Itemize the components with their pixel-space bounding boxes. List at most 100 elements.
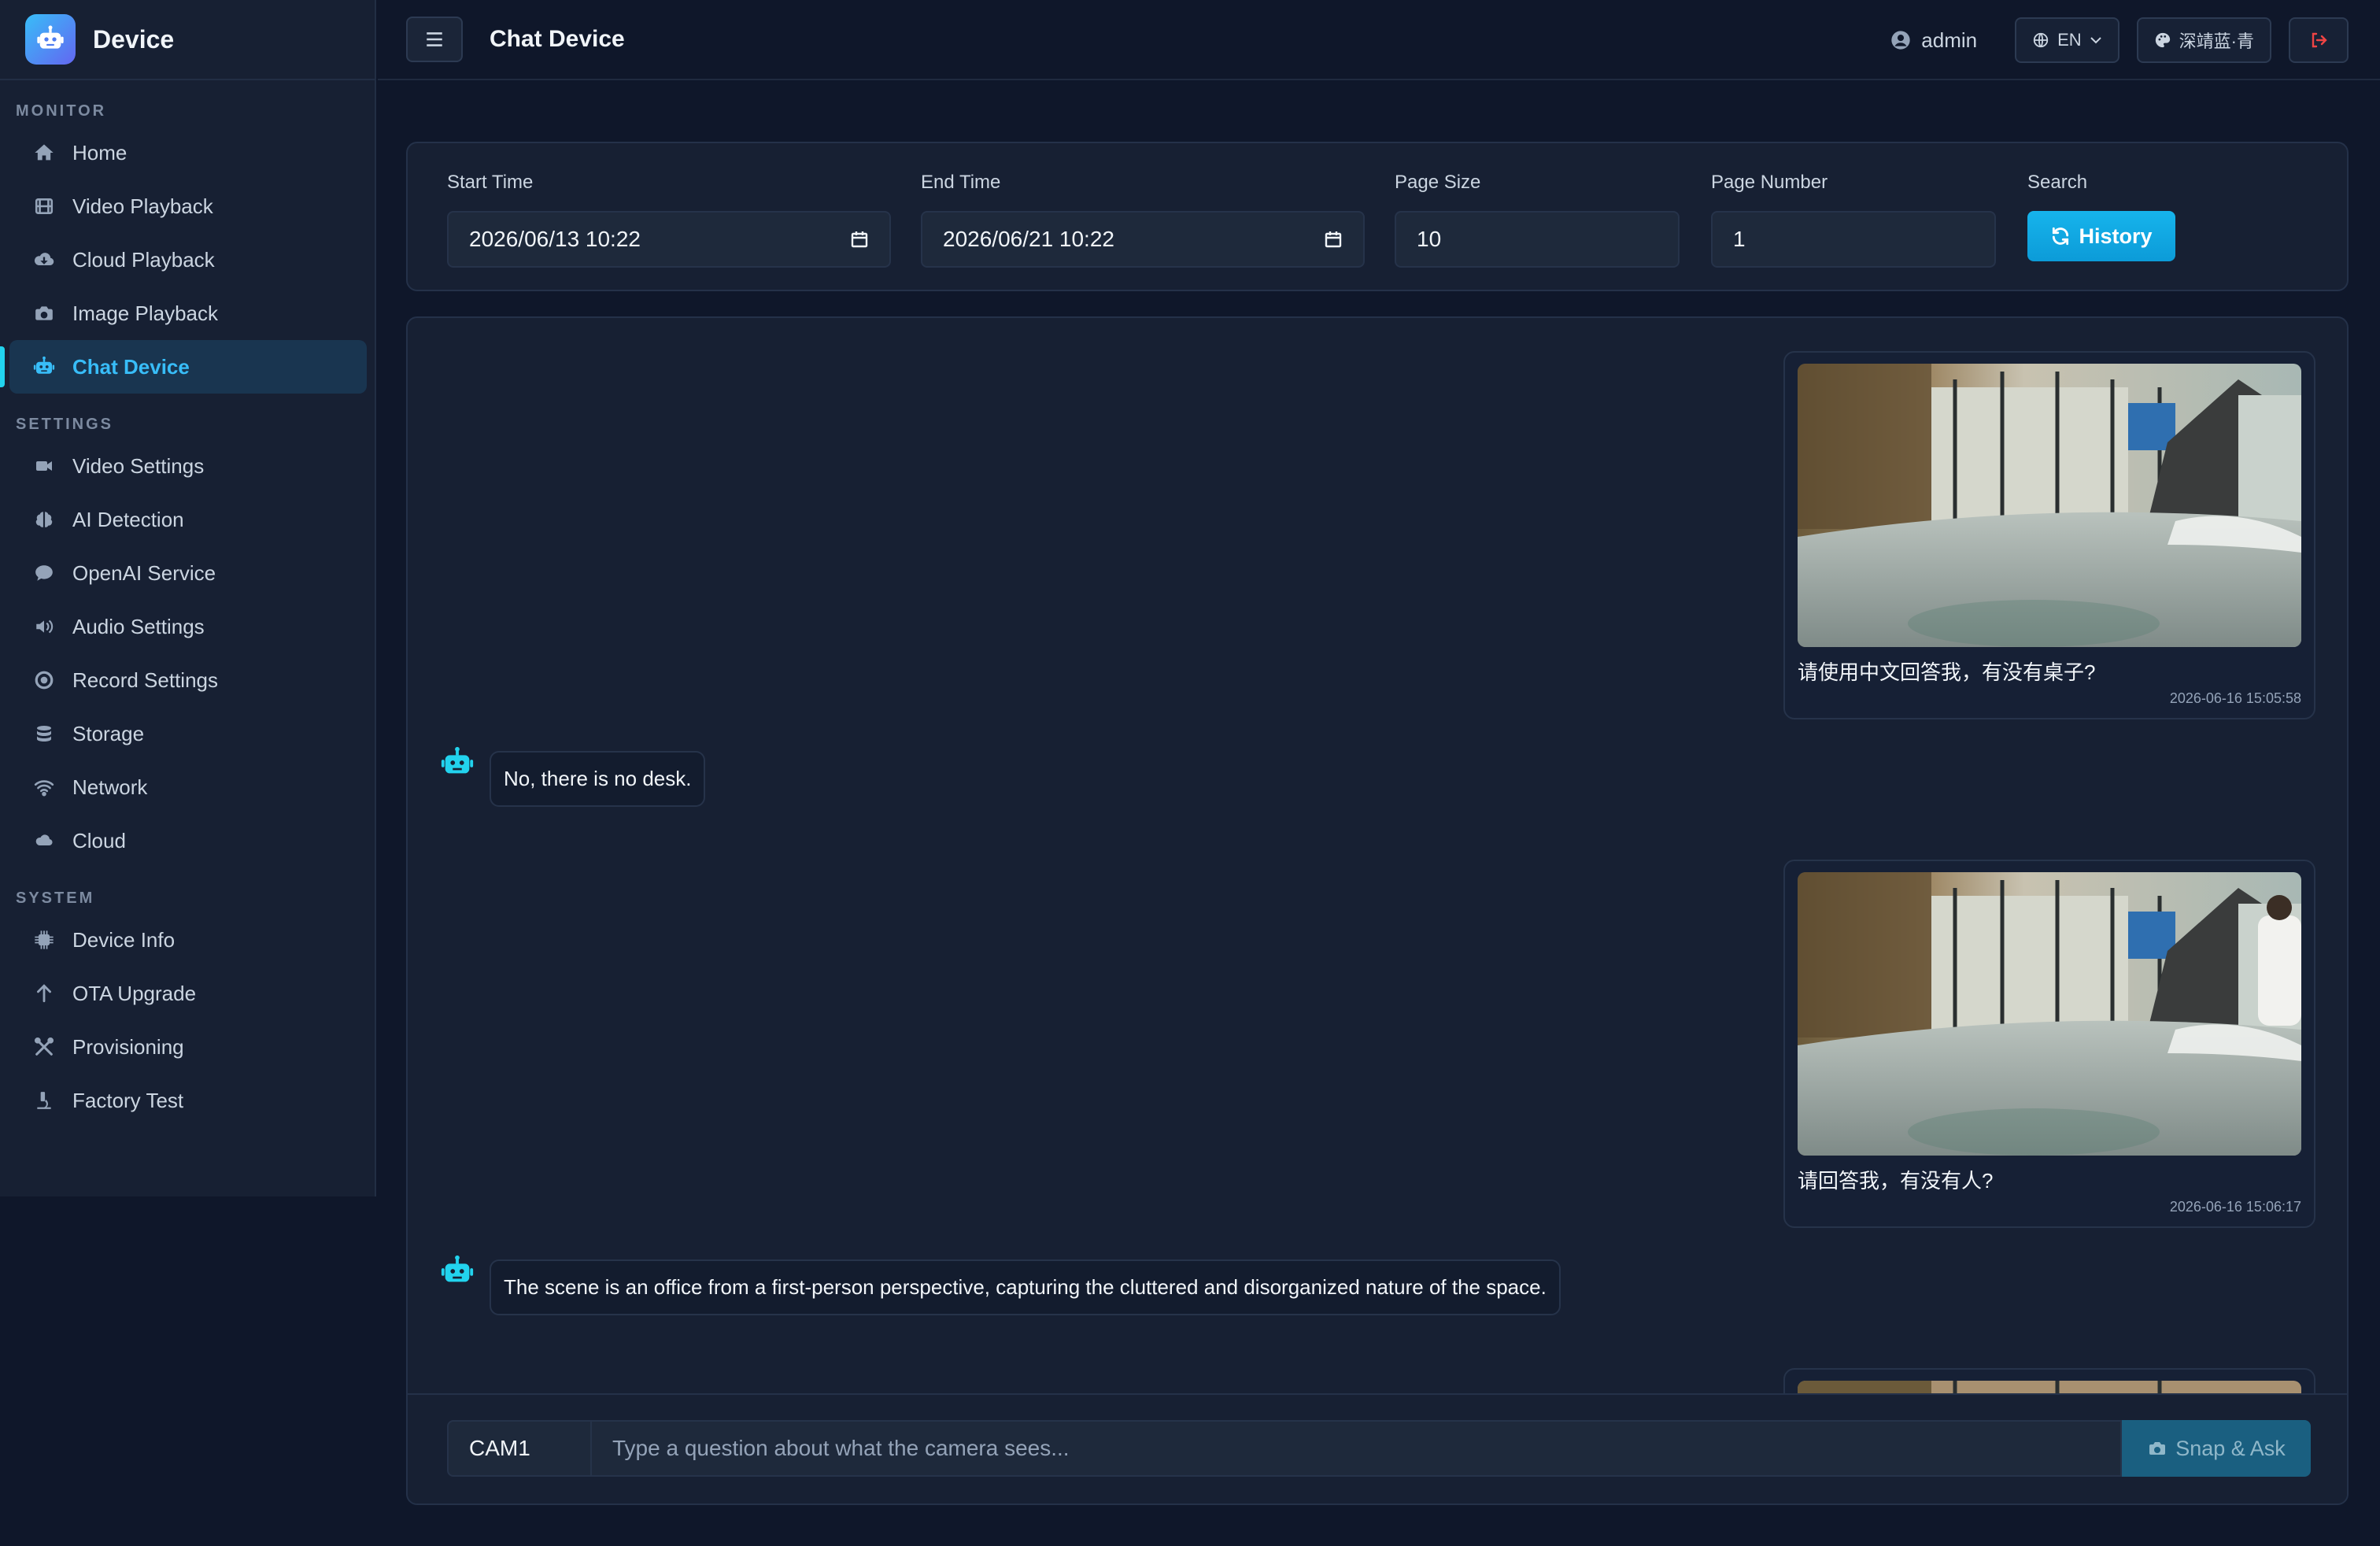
sidebar-item-label: Cloud Playback xyxy=(72,247,215,272)
sidebar-item-label: Device Info xyxy=(72,927,176,952)
page-title: Chat Device xyxy=(490,26,625,52)
sidebar-item-chat-device[interactable]: Chat Device xyxy=(0,340,367,394)
snap-and-ask-button[interactable]: Snap & Ask xyxy=(2122,1420,2311,1477)
sidebar-item-video-settings[interactable]: Video Settings xyxy=(9,439,367,493)
sidebar-item-network[interactable]: Network xyxy=(9,760,367,814)
sidebar-item-label: Home xyxy=(72,140,128,165)
question-input-placeholder: Type a question about what the camera se… xyxy=(612,1436,1070,1460)
history-button[interactable]: History xyxy=(2027,211,2175,261)
search-field: Search History xyxy=(2027,172,2175,261)
sidebar-item-label: OpenAI Service xyxy=(72,560,216,585)
bot-message: The scene is an office from a first-pers… xyxy=(439,1255,1561,1315)
camera-icon xyxy=(2149,1442,2166,1455)
sidebar: Device MONITOR Home Video Playback Cloud… xyxy=(0,0,376,1196)
sidebar-item-openai-service[interactable]: OpenAI Service xyxy=(9,546,367,600)
calendar-icon[interactable] xyxy=(850,230,869,249)
sidebar-item-label: AI Detection xyxy=(72,507,184,531)
chat-messages[interactable]: 请使用中文回答我，有没有桌子? 2026-06-16 15:05:58 No, … xyxy=(408,318,2347,1395)
brand[interactable]: Device xyxy=(0,0,375,80)
end-time-input[interactable]: 2026/06/21 10:22 xyxy=(921,211,1365,268)
sidebar-item-storage[interactable]: Storage xyxy=(9,707,367,760)
sidebar-item-device-info[interactable]: Device Info xyxy=(9,913,367,967)
sidebar-item-label: Network xyxy=(72,775,148,799)
sidebar-item-provisioning[interactable]: Provisioning xyxy=(9,1020,367,1074)
camera-select[interactable]: CAM1 xyxy=(447,1420,592,1477)
header-actions: admin EN 深靖蓝·青 xyxy=(1890,17,2349,63)
calendar-icon[interactable] xyxy=(1324,230,1343,249)
chip-icon xyxy=(31,927,57,952)
page-size-label: Page Size xyxy=(1395,172,1481,193)
chat-icon xyxy=(31,560,57,586)
question-input[interactable]: Type a question about what the camera se… xyxy=(590,1420,2122,1477)
film-icon xyxy=(31,194,57,219)
home-icon xyxy=(31,140,57,165)
section-title-monitor: MONITOR xyxy=(16,102,107,120)
sidebar-item-cloud-playback[interactable]: Cloud Playback xyxy=(9,233,367,287)
username: admin xyxy=(1921,28,1978,52)
brand-name: Device xyxy=(93,24,175,54)
section-title-system: SYSTEM xyxy=(16,889,95,907)
user-message-text: 请回答我，有没有人? xyxy=(1798,1169,1994,1193)
bot-message-text: No, there is no desk. xyxy=(490,751,706,807)
sidebar-item-label: Storage xyxy=(72,721,145,745)
menu-toggle-button[interactable] xyxy=(406,17,463,62)
tools-icon xyxy=(31,1034,57,1060)
start-time-input[interactable]: 2026/06/13 10:22 xyxy=(447,211,891,268)
sidebar-item-label: Video Playback xyxy=(72,194,213,218)
message-timestamp: 2026-06-16 15:06:17 xyxy=(2169,1199,2301,1215)
section-title-settings: SETTINGS xyxy=(16,415,114,433)
sidebar-item-factory-test[interactable]: Factory Test xyxy=(9,1074,367,1127)
speaker-icon xyxy=(31,614,57,639)
user-message-text: 请使用中文回答我，有没有桌子? xyxy=(1798,660,2096,684)
sidebar-item-label: Chat Device xyxy=(72,354,190,379)
database-icon xyxy=(31,721,57,746)
page-number-input[interactable]: 1 xyxy=(1711,211,1996,268)
snap-and-ask-label: Snap & Ask xyxy=(2175,1436,2286,1460)
chat-composer: CAM1 Type a question about what the came… xyxy=(408,1393,2347,1503)
sidebar-item-audio-settings[interactable]: Audio Settings xyxy=(9,600,367,653)
theme-select[interactable]: 深靖蓝·青 xyxy=(2136,17,2271,63)
logout-button[interactable] xyxy=(2289,17,2349,63)
page-number-field: Page Number 1 xyxy=(1711,172,1996,268)
bot-message: No, there is no desk. xyxy=(439,746,706,807)
search-label: Search xyxy=(2027,172,2088,193)
sidebar-item-record-settings[interactable]: Record Settings xyxy=(9,653,367,707)
start-time-value: 2026/06/13 10:22 xyxy=(469,227,641,251)
start-time-label: Start Time xyxy=(447,172,534,193)
history-button-label: History xyxy=(2079,224,2153,248)
sidebar-item-home[interactable]: Home xyxy=(9,126,367,179)
user-menu[interactable]: admin xyxy=(1890,28,1977,53)
sidebar-item-ai-detection[interactable]: AI Detection xyxy=(9,493,367,546)
robot-icon xyxy=(441,746,474,774)
page-size-input[interactable]: 10 xyxy=(1395,211,1680,268)
sidebar-item-label: Audio Settings xyxy=(72,614,205,638)
sidebar-item-label: Video Settings xyxy=(72,453,205,478)
sidebar-item-ota-upgrade[interactable]: OTA Upgrade xyxy=(9,967,367,1020)
camera-snapshot-image[interactable] xyxy=(1798,364,2301,647)
page-size-field: Page Size 10 xyxy=(1395,172,1680,268)
sidebar-item-label: OTA Upgrade xyxy=(72,981,197,1005)
cloud-download-icon xyxy=(31,247,57,272)
globe-icon xyxy=(2033,32,2049,48)
message-timestamp: 2026-06-16 15:05:58 xyxy=(2169,690,2301,706)
user-message xyxy=(1783,1368,2315,1395)
brain-icon xyxy=(31,507,57,532)
language-select[interactable]: EN xyxy=(2015,17,2119,63)
chat-panel: 请使用中文回答我，有没有桌子? 2026-06-16 15:05:58 No, … xyxy=(406,316,2349,1505)
sidebar-item-label: Factory Test xyxy=(72,1088,184,1112)
end-time-value: 2026/06/21 10:22 xyxy=(943,227,1114,251)
chevron-down-icon xyxy=(2090,37,2101,44)
start-time-field: Start Time 2026/06/13 10:22 xyxy=(447,172,891,268)
robot-icon xyxy=(31,354,57,379)
theme-label: 深靖蓝·青 xyxy=(2179,31,2254,51)
record-icon xyxy=(31,668,57,693)
sidebar-item-video-playback[interactable]: Video Playback xyxy=(9,179,367,233)
user-message: 请回答我，有没有人? 2026-06-16 15:06:17 xyxy=(1783,860,2315,1228)
sidebar-item-cloud[interactable]: Cloud xyxy=(9,814,367,867)
robot-icon xyxy=(441,1255,474,1282)
sidebar-item-image-playback[interactable]: Image Playback xyxy=(9,287,367,340)
camera-snapshot-image[interactable] xyxy=(1798,872,2301,1156)
microscope-icon xyxy=(31,1088,57,1113)
cloud-icon xyxy=(31,828,57,853)
history-filter-panel: Start Time 2026/06/13 10:22 End Time 202… xyxy=(406,142,2349,291)
